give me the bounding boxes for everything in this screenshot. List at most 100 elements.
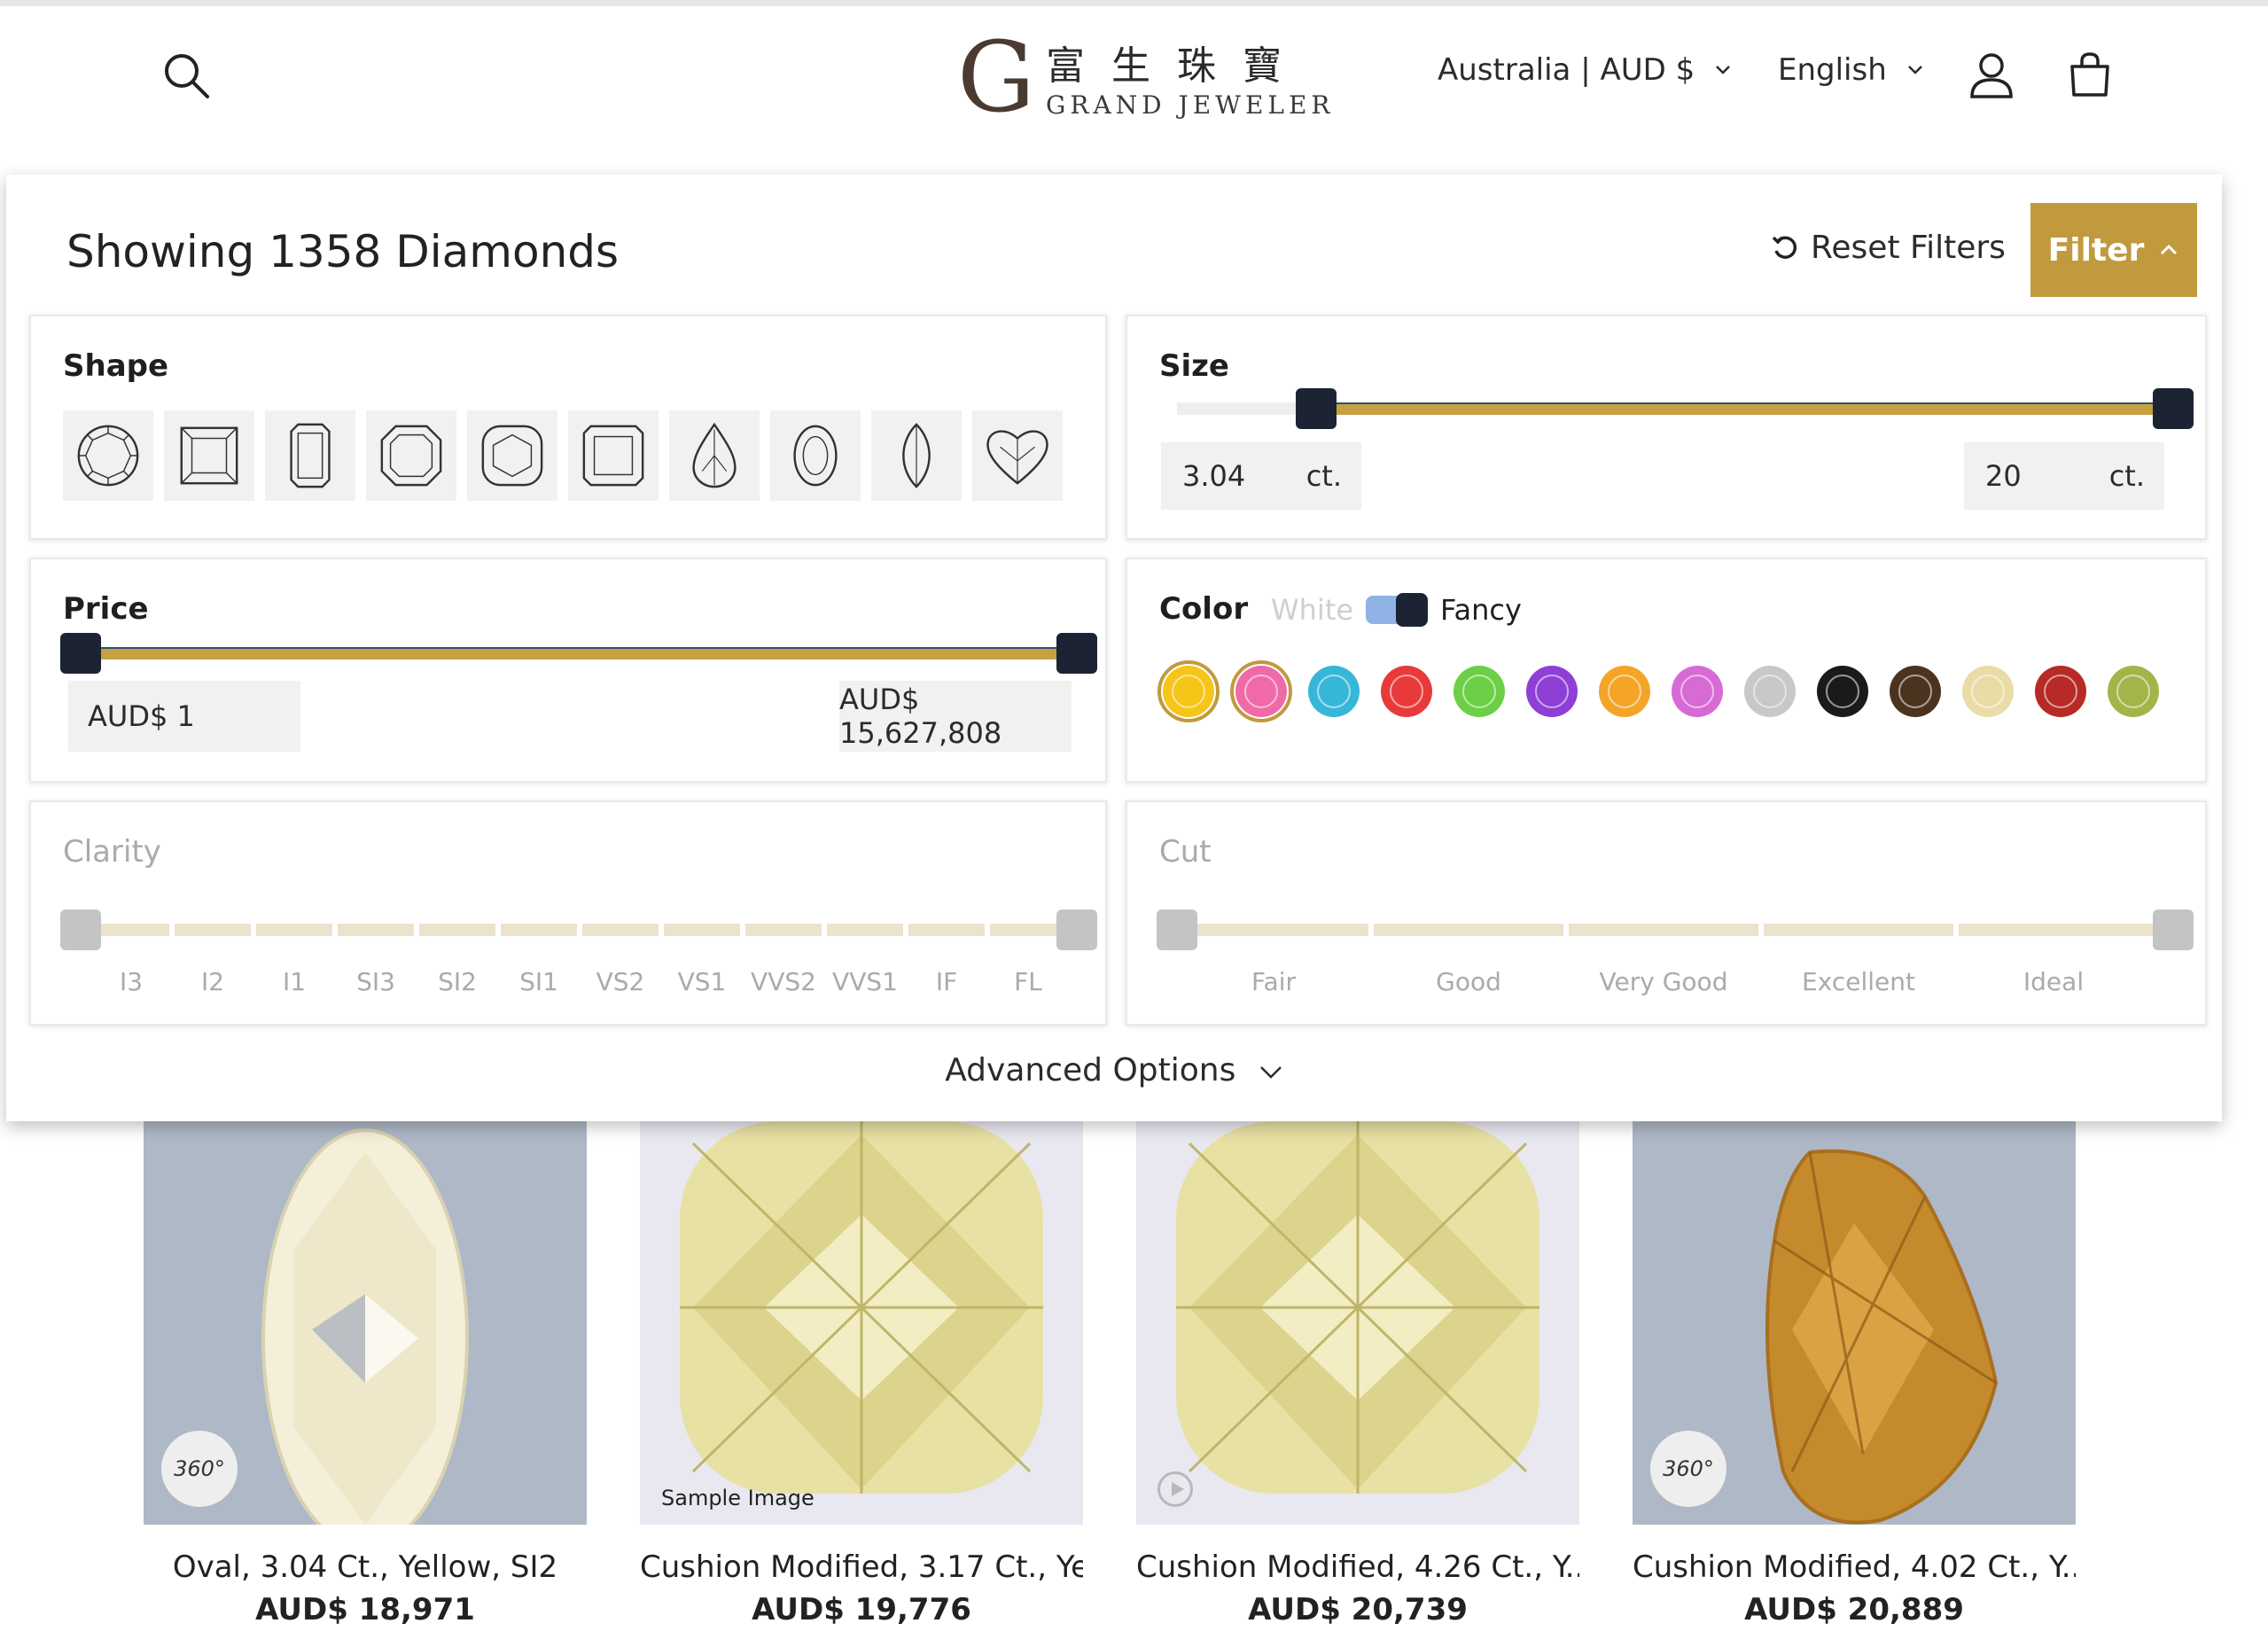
cut-tick-label: Excellent [1802,967,1915,996]
diamond-color-icon [1744,666,1796,717]
site-header: G 富生珠寶 GRAND JEWELER Australia | AUD $ E… [0,6,2268,139]
reset-icon [1772,236,1797,259]
cut-max-handle[interactable] [2153,909,2194,950]
white-fancy-toggle[interactable]: White Fancy [1271,593,1522,627]
cut-slider-track[interactable] [1177,924,2173,936]
color-swatch-pink[interactable] [1230,660,1292,722]
filter-panel: Showing 1358 Diamonds Reset Filters Filt… [6,175,2222,1121]
size-title: Size [1159,348,1229,384]
price-max-field[interactable]: AUD$ 15,627,808 [839,681,1072,752]
filter-toggle-button[interactable]: Filter [2030,203,2197,297]
color-swatch-purple[interactable] [1521,660,1583,722]
shape-cushion[interactable] [467,410,557,501]
color-swatch-blue[interactable] [1303,660,1365,722]
clarity-max-handle[interactable] [1056,909,1097,950]
shape-filter: Shape [29,315,1107,540]
color-swatch-violet[interactable] [1666,660,1728,722]
clarity-tick-label: SI3 [356,967,395,996]
region-selector[interactable]: Australia | AUD $ [1438,52,1732,88]
result-count: Showing 1358 Diamonds [66,226,620,277]
price-min-value: AUD$ 1 [88,699,195,733]
360-view-icon[interactable]: 360° [1650,1431,1726,1507]
diamond-color-icon [1235,666,1287,717]
shape-oval[interactable] [770,410,861,501]
size-min-handle[interactable] [1296,388,1337,429]
cut-tick-label: Fair [1251,967,1296,996]
color-swatches [1157,660,2164,722]
cut-filter: Cut Fair Good Very Good Excellent Ideal [1126,800,2207,1026]
color-swatch-red[interactable] [1376,660,1438,722]
slider-tick [414,924,419,936]
price-title: Price [63,591,149,627]
search-icon[interactable] [160,49,213,102]
radiant-icon [582,425,644,487]
product-name[interactable]: Cushion Modified, 4.02 Ct., Y... [1633,1549,2076,1585]
shape-marquise[interactable] [871,410,962,501]
toggle-knob [1396,593,1429,627]
color-swatch-champagne[interactable] [1957,660,2019,722]
site-logo[interactable]: G 富生珠寶 GRAND JEWELER [957,20,1330,144]
slider-tick [251,924,256,936]
color-swatch-yellow[interactable] [1157,660,1220,722]
color-swatch-orange[interactable] [1594,660,1656,722]
product-image[interactable]: Sample Image [640,1117,1083,1525]
account-icon[interactable] [1968,51,2015,100]
product-price: AUD$ 18,971 [255,1592,475,1627]
product-image[interactable]: 360° [144,1117,587,1525]
clarity-min-handle[interactable] [60,909,101,950]
size-max-field[interactable]: 20 ct. [1964,442,2164,510]
play-icon[interactable] [1157,1471,1193,1507]
round-icon [77,425,139,487]
clarity-tick-label: FL [1014,967,1042,996]
slider-tick [577,924,582,936]
shape-pear[interactable] [669,410,760,501]
marquise-icon [902,423,931,488]
clarity-tick-label: VS1 [677,967,727,996]
product-name[interactable]: Cushion Modified, 3.17 Ct., Ye... [640,1549,1083,1585]
slider-tick [1368,924,1374,936]
size-min-field[interactable]: 3.04 ct. [1161,442,1361,510]
cart-icon[interactable] [2065,51,2115,100]
product-image[interactable] [1136,1117,1579,1525]
shape-asscher[interactable] [366,410,456,501]
logo-english: GRAND JEWELER [1046,90,1335,120]
color-swatch-black[interactable] [1812,660,1874,722]
shape-round[interactable] [63,410,153,501]
price-slider-range [81,647,1077,659]
language-selector[interactable]: English [1778,52,1924,88]
size-max-handle[interactable] [2153,388,2194,429]
cut-min-handle[interactable] [1157,909,1197,950]
price-min-field[interactable]: AUD$ 1 [68,681,300,752]
color-swatch-gray[interactable] [1739,660,1801,722]
color-swatch-olive[interactable] [2102,660,2164,722]
shape-heart[interactable] [972,410,1063,501]
color-swatch-brown[interactable] [1884,660,1946,722]
logo-initial: G [957,20,1035,134]
price-min-handle[interactable] [60,633,101,674]
product-name[interactable]: Oval, 3.04 Ct., Yellow, SI2 [144,1549,587,1585]
slider-tick [495,924,501,936]
product-image[interactable]: 360° [1633,1117,2076,1525]
price-max-handle[interactable] [1056,633,1097,674]
size-filter: Size 3.04 ct. 20 ct. [1126,315,2207,540]
advanced-options-toggle[interactable]: Advanced Options [6,1052,2222,1089]
diamond-color-icon [1381,666,1432,717]
filter-label: Filter [2047,231,2145,269]
color-swatch-green[interactable] [1448,660,1510,722]
360-view-icon[interactable]: 360° [161,1431,238,1507]
reset-filters-button[interactable]: Reset Filters [1770,230,2006,266]
shape-princess[interactable] [164,410,254,501]
clarity-tick-label: IF [935,967,958,996]
product-price: AUD$ 20,889 [1744,1592,1964,1627]
shape-emerald[interactable] [265,410,355,501]
advanced-options-label: Advanced Options [945,1052,1236,1089]
cushion-icon [481,425,543,487]
shape-radiant[interactable] [568,410,659,501]
slider-tick [1953,924,1959,936]
toggle-switch[interactable] [1366,593,1429,627]
product-price: AUD$ 19,776 [752,1592,971,1627]
product-name[interactable]: Cushion Modified, 4.26 Ct., Y... [1136,1549,1579,1585]
color-swatch-dark-red[interactable] [2030,660,2092,722]
clarity-tick-label: I1 [282,967,307,996]
shape-options [63,410,1063,501]
